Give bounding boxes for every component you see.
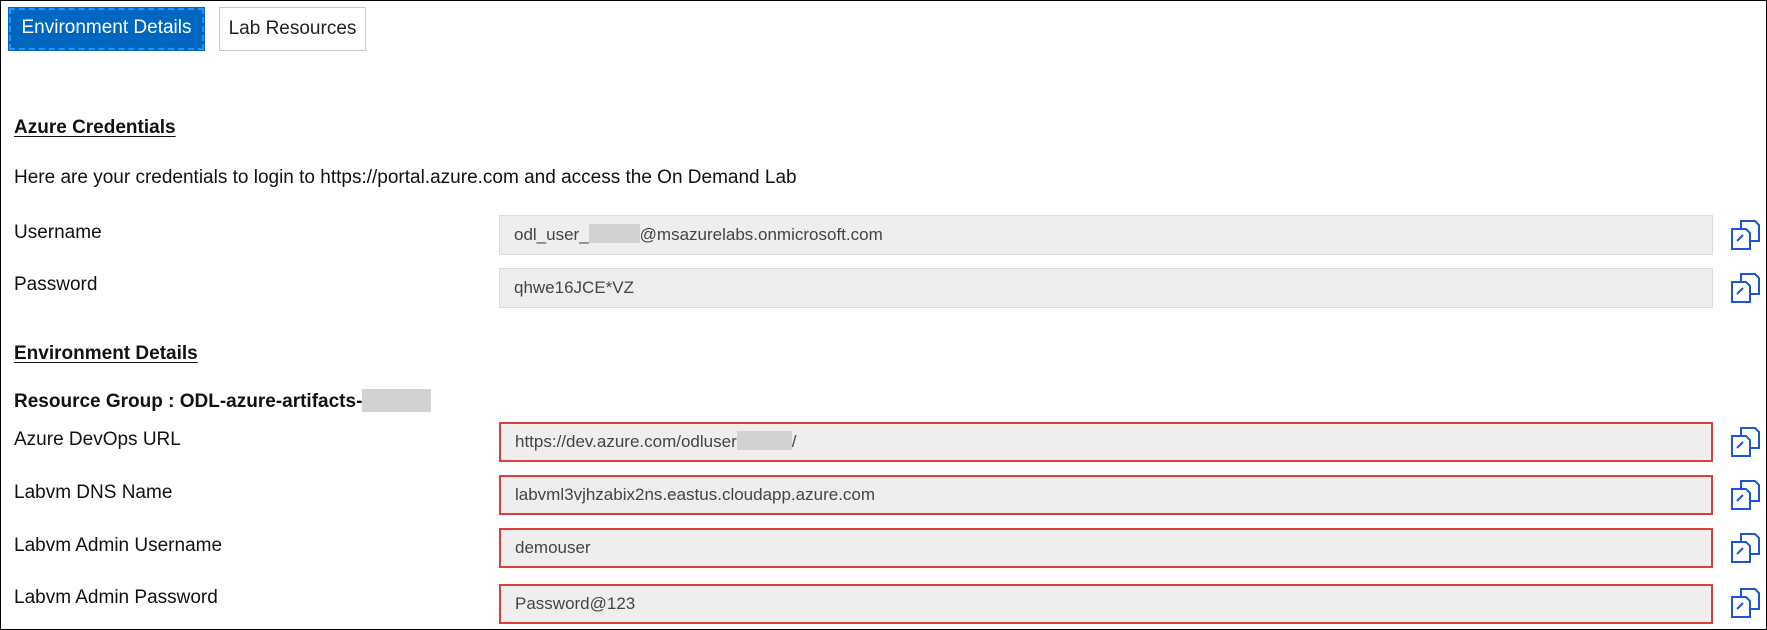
- username-label: Username: [14, 222, 102, 243]
- copy-icon[interactable]: [1729, 219, 1761, 251]
- resource-group-text: Resource Group : ODL-azure-artifacts-: [14, 391, 363, 412]
- copy-icon[interactable]: [1729, 479, 1761, 511]
- admin-username-label: Labvm Admin Username: [14, 535, 223, 556]
- copy-icon[interactable]: [1729, 426, 1761, 458]
- tab-lab-resources[interactable]: Lab Resources: [219, 7, 366, 51]
- dns-name-label: Labvm DNS Name: [14, 482, 173, 503]
- environment-details-heading: Environment Details: [14, 343, 198, 364]
- credentials-intro-text: Here are your credentials to login to ht…: [14, 167, 797, 188]
- redacted-block: [736, 431, 792, 450]
- azure-credentials-heading: Azure Credentials: [14, 117, 176, 138]
- redacted-block: [362, 389, 432, 412]
- copy-icon[interactable]: [1729, 532, 1761, 564]
- devops-url-prefix: https://dev.azure.com/odluser: [515, 432, 737, 451]
- admin-username-field[interactable]: demouser: [499, 528, 1713, 568]
- password-label: Password: [14, 274, 98, 295]
- username-field[interactable]: odl_user_ @msazurelabs.onmicrosoft.com: [499, 215, 1713, 255]
- admin-password-label: Labvm Admin Password: [14, 587, 218, 608]
- redacted-block: [588, 224, 640, 243]
- username-suffix: @msazurelabs.onmicrosoft.com: [639, 225, 883, 244]
- environment-panel: Environment Details Lab Resources Azure …: [0, 0, 1767, 630]
- devops-url-suffix: /: [791, 432, 797, 451]
- admin-password-field[interactable]: Password@123: [499, 584, 1713, 624]
- dns-name-field[interactable]: labvml3vjhzabix2ns.eastus.cloudapp.azure…: [499, 475, 1713, 515]
- devops-url-label: Azure DevOps URL: [14, 429, 181, 450]
- copy-icon[interactable]: [1729, 272, 1761, 304]
- copy-icon[interactable]: [1729, 587, 1761, 619]
- resource-group-label: Resource Group : ODL-azure-artifacts-: [14, 389, 432, 413]
- tab-environment-details[interactable]: Environment Details: [8, 7, 205, 51]
- password-field[interactable]: qhwe16JCE*VZ: [499, 268, 1713, 308]
- username-prefix: odl_user_: [514, 225, 589, 244]
- devops-url-field[interactable]: https://dev.azure.com/odluser /: [499, 422, 1713, 462]
